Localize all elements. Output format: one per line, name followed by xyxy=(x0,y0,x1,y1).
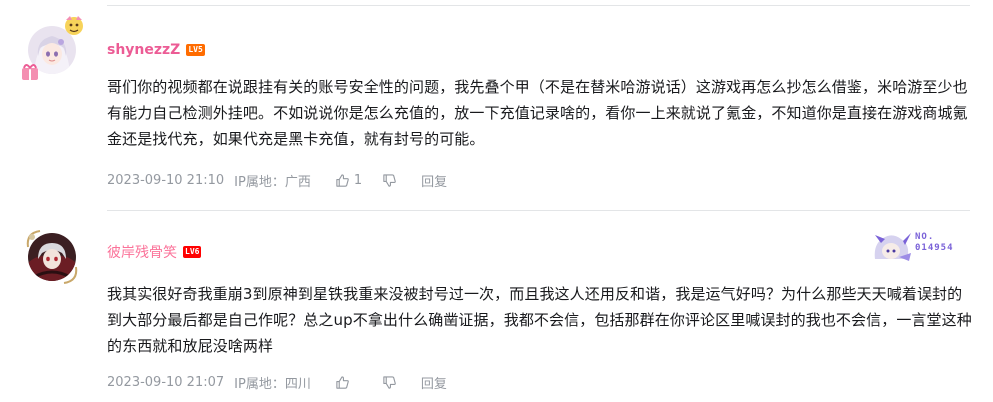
username[interactable]: 彼岸残骨笑 xyxy=(107,242,177,262)
dislike-button[interactable] xyxy=(382,173,397,188)
reply-button[interactable]: 回复 xyxy=(421,373,447,392)
ip-location: IP属地：广西 xyxy=(234,174,311,190)
like-count: 1 xyxy=(353,172,363,188)
comment-item: shynezzZ LV5 哥们你的视频都在说跟挂有关的账号安全性的问题，我先叠个… xyxy=(0,0,993,210)
pendant-gift-icon xyxy=(22,64,38,80)
level-badge: LV5 xyxy=(186,44,205,56)
thumb-down-icon xyxy=(383,173,396,187)
dislike-button[interactable] xyxy=(382,375,397,390)
username[interactable]: shynezzZ xyxy=(107,42,180,58)
reply-button[interactable]: 回复 xyxy=(421,171,447,190)
fan-number-value: 014954 xyxy=(915,243,954,253)
thumb-down-icon xyxy=(383,375,396,389)
comment-date: 2023-09-10 21:07 xyxy=(107,374,225,390)
user-info: shynezzZ LV5 xyxy=(107,40,205,60)
user-info: 彼岸残骨笑 LV6 xyxy=(107,242,202,262)
comment-text: 哥们你的视频都在说跟挂有关的账号安全性的问题，我先叠个甲（不是在替米哈游说话）这… xyxy=(107,78,968,148)
avatar[interactable] xyxy=(20,16,84,82)
fan-badge[interactable]: NO. 014954 xyxy=(871,229,963,265)
like-button[interactable] xyxy=(335,375,354,390)
comment-text: 我其实很好奇我重崩3到原神到星铁我重来没被封号过一次，而且我这人还用反和谐，我是… xyxy=(107,285,972,355)
fan-number-label: NO. xyxy=(915,232,935,242)
ip-location: IP属地：四川 xyxy=(234,376,311,392)
pendant-icon xyxy=(65,16,83,35)
avatar[interactable] xyxy=(20,225,84,289)
pendant-frame-icon xyxy=(26,230,78,284)
thumb-up-icon xyxy=(336,375,349,389)
comment-date: 2023-09-10 21:10 xyxy=(107,172,225,188)
thumb-up-icon xyxy=(336,173,349,187)
fan-number: NO. 014954 xyxy=(915,232,954,254)
comment-meta: 2023-09-10 21:07 IP属地：四川 回复 xyxy=(107,373,447,392)
comment-meta: 2023-09-10 21:10 IP属地：广西 1 回复 xyxy=(107,171,447,190)
comment-item: 彼岸残骨笑 LV6 NO. 014954 我其实很好奇我重崩3到原神到星铁我重来… xyxy=(0,211,993,402)
fan-badge-character-icon xyxy=(874,233,911,261)
level-badge: LV6 xyxy=(183,246,202,258)
like-button[interactable]: 1 xyxy=(335,173,362,188)
